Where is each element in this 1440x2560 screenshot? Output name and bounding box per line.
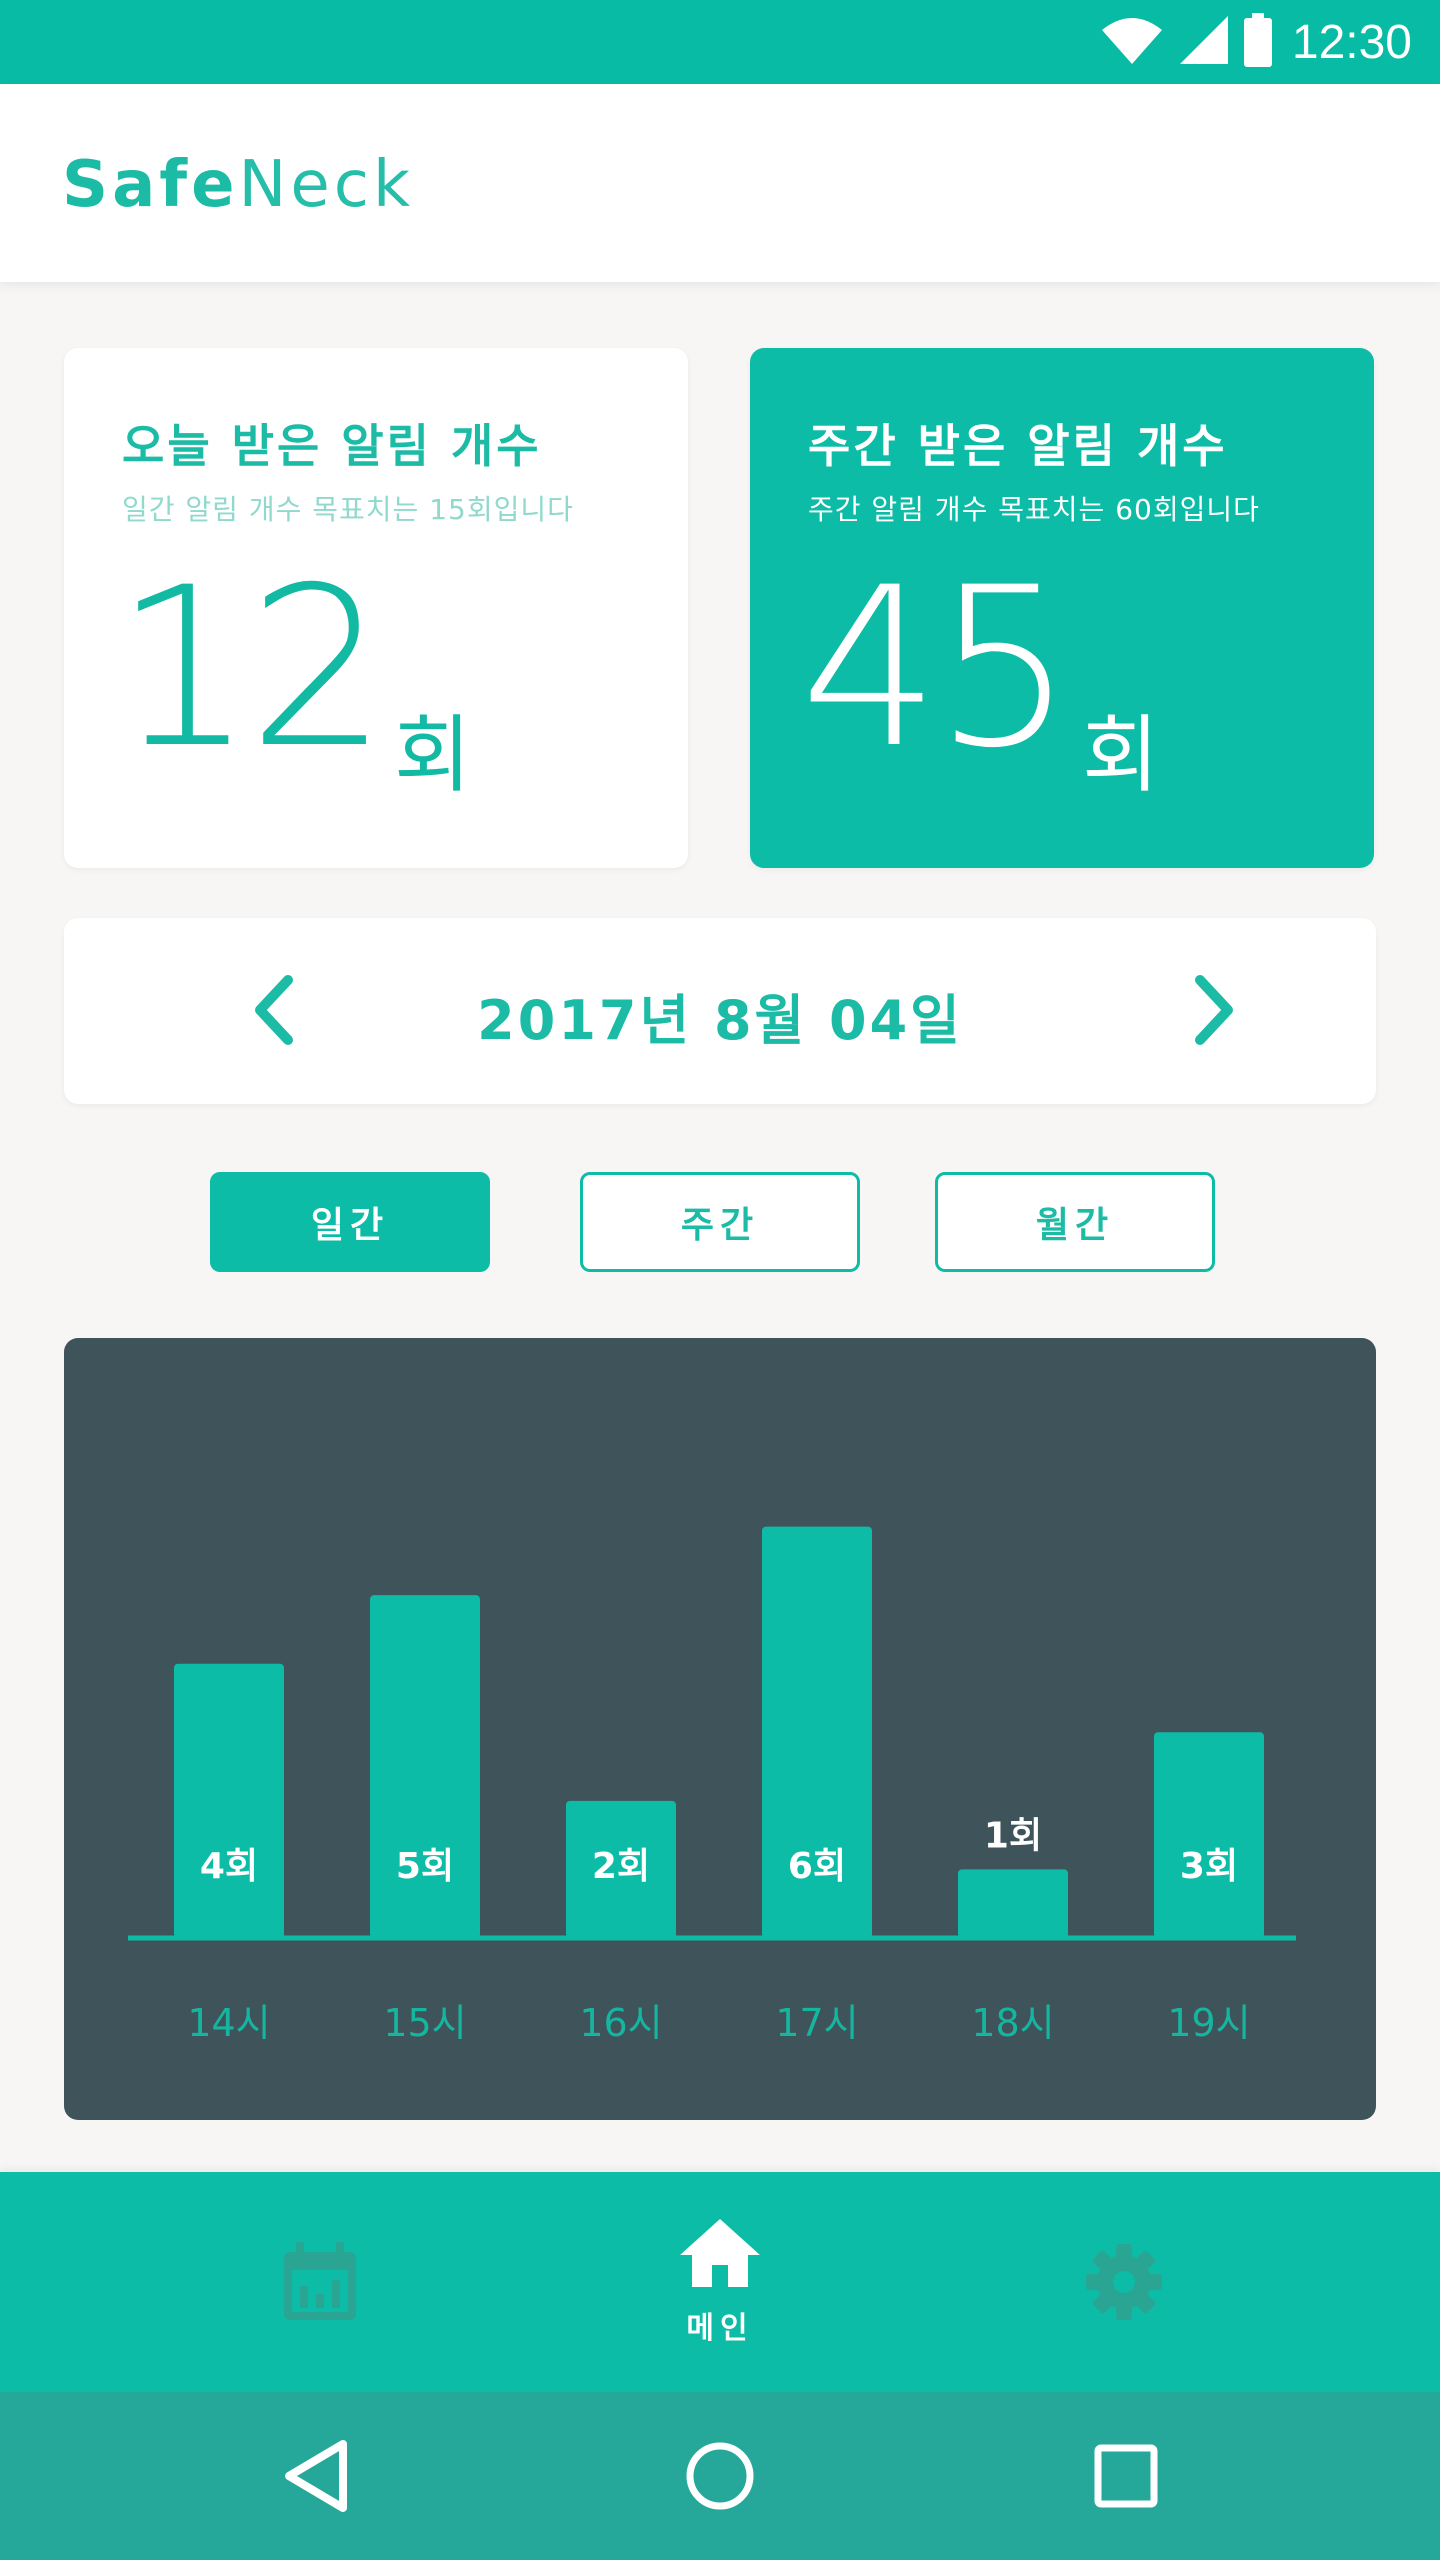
- status-time: 12:30: [1291, 15, 1412, 69]
- chart-bar: [958, 1869, 1068, 1938]
- x-tick-label: 15시: [383, 2001, 466, 2045]
- logo-bold-text: Safe: [62, 148, 239, 222]
- today-card-subtitle: 일간 알림 개수 목표치는 15회입니다: [122, 493, 574, 526]
- chart-bar: [1154, 1732, 1264, 1938]
- system-back-button[interactable]: [266, 2426, 366, 2526]
- nav-label-main: 메인: [686, 2311, 754, 2346]
- week-card-title: 주간 받은 알림 개수: [808, 419, 1228, 473]
- date-selector: 2017년 8월 04일: [64, 918, 1376, 1104]
- x-tick-label: 17시: [775, 2001, 858, 2045]
- chart-svg: 4회 14시 5회 15시 2회 16시 6회 17시 1회 18시 3회 19시: [128, 1526, 1296, 2045]
- bottom-navigation: 메인: [0, 2172, 1440, 2392]
- bar-value-label: 2회: [592, 1846, 650, 1887]
- app-bar: SafeNeck: [0, 84, 1440, 282]
- status-bar: 12:30: [0, 0, 1440, 84]
- back-triangle-icon: [285, 2440, 347, 2512]
- chart-bar: [174, 1663, 284, 1938]
- system-recent-apps-button[interactable]: [1076, 2426, 1176, 2526]
- week-alert-count: 45: [800, 540, 1074, 796]
- bar-value-label: 3회: [1180, 1846, 1238, 1887]
- signal-icon: [1178, 14, 1230, 70]
- bar-value-label: 1회: [984, 1815, 1042, 1856]
- next-date-button[interactable]: [1174, 970, 1254, 1050]
- x-tick-label: 18시: [971, 2001, 1054, 2045]
- week-count-unit: 회: [1082, 706, 1160, 804]
- tab-weekly[interactable]: 주간: [580, 1172, 860, 1272]
- system-home-button[interactable]: [670, 2426, 770, 2526]
- today-card-title: 오늘 받은 알림 개수: [122, 419, 542, 473]
- home-icon: [680, 2219, 760, 2287]
- nav-item-statistics[interactable]: [220, 2172, 420, 2392]
- wifi-icon: [1100, 14, 1164, 70]
- today-alerts-card: 오늘 받은 알림 개수 일간 알림 개수 목표치는 15회입니다 12 회: [64, 348, 688, 868]
- nav-item-main[interactable]: 메인: [620, 2172, 820, 2392]
- x-tick-label: 14시: [187, 2001, 270, 2045]
- chevron-right-icon: [1195, 975, 1233, 1045]
- gear-icon: [1086, 2244, 1162, 2320]
- tab-daily[interactable]: 일간: [210, 1172, 490, 1272]
- system-navigation-bar: [0, 2392, 1440, 2560]
- week-alerts-card: 주간 받은 알림 개수 주간 알림 개수 목표치는 60회입니다 45 회: [750, 348, 1374, 868]
- status-icons: 12:30: [1100, 13, 1412, 71]
- recent-apps-square-icon: [1094, 2444, 1158, 2508]
- week-card-subtitle: 주간 알림 개수 목표치는 60회입니다: [808, 493, 1260, 526]
- hourly-alerts-chart: 4회 14시 5회 15시 2회 16시 6회 17시 1회 18시 3회 19시: [64, 1338, 1376, 2120]
- bar-value-label: 5회: [396, 1846, 454, 1887]
- today-alert-count: 12: [114, 540, 388, 796]
- bar-value-label: 4회: [200, 1846, 258, 1887]
- app-logo: SafeNeck: [62, 148, 414, 222]
- home-circle-icon: [686, 2442, 754, 2510]
- logo-light-text: Neck: [238, 148, 415, 222]
- bar-value-label: 6회: [788, 1846, 846, 1887]
- nav-item-settings[interactable]: [1024, 2172, 1224, 2392]
- x-tick-label: 19시: [1167, 2001, 1250, 2045]
- tab-monthly[interactable]: 월간: [935, 1172, 1215, 1272]
- today-count-unit: 회: [394, 706, 472, 804]
- x-tick-label: 16시: [579, 2001, 662, 2045]
- calendar-chart-icon: [284, 2242, 356, 2320]
- battery-icon: [1243, 13, 1272, 71]
